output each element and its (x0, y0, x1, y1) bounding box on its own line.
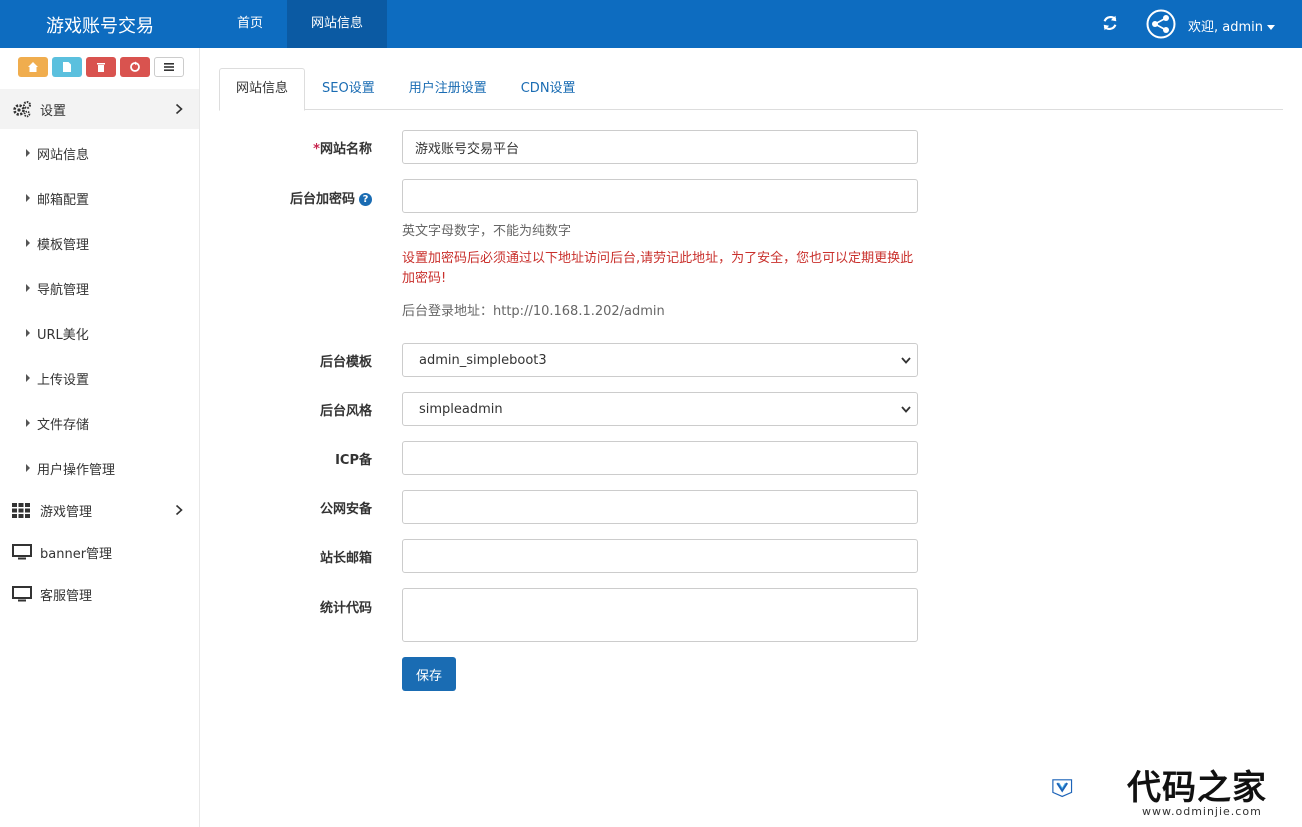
site-name-input[interactable] (402, 130, 918, 164)
admin-template-label: 后台模板 (319, 355, 372, 370)
caret-right-icon (26, 419, 30, 427)
watermark-url: www.odminjie.com (1142, 805, 1262, 818)
sidebar-item-template[interactable]: 模板管理 (0, 223, 199, 263)
watermark-text: 代码之家 (1127, 768, 1267, 808)
monitor-icon (12, 585, 32, 603)
avatar[interactable] (1146, 9, 1176, 39)
sidebar-item-navigation[interactable]: 导航管理 (0, 268, 199, 308)
caret-right-icon (26, 374, 30, 382)
logo-watermark (1052, 779, 1073, 798)
save-button[interactable]: 保存 (402, 657, 456, 691)
menu-banner-management[interactable]: banner管理 (0, 532, 199, 572)
admin-style-value: simpleadmin (419, 401, 503, 417)
chevron-right-icon (175, 504, 183, 516)
sidebar-item-upload[interactable]: 上传设置 (0, 358, 199, 398)
admin-style-label: 后台风格 (319, 404, 372, 419)
admin-style-select[interactable]: simpleadmin (402, 392, 918, 426)
nav-site-info[interactable]: 网站信息 (287, 0, 388, 48)
sidebar: 设置 网站信息 邮箱配置 模板管理 导航管理 URL美化 上传设置 文件存储 用… (0, 48, 200, 827)
menu-game-label: 游戏管理 (40, 504, 93, 520)
required-mark: * (313, 142, 320, 157)
sidebar-item-user-actions[interactable]: 用户操作管理 (0, 448, 199, 488)
user-menu[interactable]: 欢迎, admin (1188, 16, 1275, 35)
public-security-input[interactable] (402, 490, 918, 524)
tab-seo[interactable]: SEO设置 (305, 68, 392, 110)
admin-password-input[interactable] (402, 179, 918, 213)
admin-password-warning: 设置加密码后必须通过以下地址访问后台,请劳记此地址，为了安全，您也可以定期更换此… (402, 251, 914, 286)
monitor-icon (12, 543, 32, 561)
caret-right-icon (26, 194, 30, 202)
stats-code-label: 统计代码 (319, 601, 372, 616)
sidebar-item-label: 模板管理 (37, 237, 90, 253)
file-icon[interactable] (52, 57, 82, 77)
recycle-icon[interactable] (120, 57, 150, 77)
home-icon[interactable] (18, 57, 48, 77)
sidebar-item-url-rewrite[interactable]: URL美化 (0, 313, 199, 353)
list-icon[interactable] (154, 57, 184, 77)
caret-right-icon (26, 329, 30, 337)
sidebar-item-site-info[interactable]: 网站信息 (0, 133, 199, 173)
caret-right-icon (26, 149, 30, 157)
brand-title[interactable]: 游戏账号交易 (46, 12, 154, 38)
chevron-right-icon (175, 103, 183, 115)
admin-template-value: admin_simpleboot3 (419, 352, 547, 368)
webmaster-email-input[interactable] (402, 539, 918, 573)
menu-customer-service[interactable]: 客服管理 (0, 574, 199, 614)
question-icon[interactable]: ? (359, 193, 372, 206)
welcome-text: 欢迎, admin (1188, 20, 1263, 35)
sidebar-item-label: 邮箱配置 (37, 192, 90, 208)
tab-site-info[interactable]: 网站信息 (219, 68, 306, 111)
sidebar-item-label: 网站信息 (37, 147, 90, 163)
grid-icon (12, 501, 32, 519)
caret-down-icon (1267, 25, 1275, 30)
icp-label: ICP备 (335, 453, 372, 468)
stats-code-textarea[interactable] (402, 588, 918, 642)
gears-icon (12, 100, 32, 118)
menu-settings-label: 设置 (40, 103, 67, 119)
webmaster-email-label: 站长邮箱 (319, 551, 372, 566)
tab-user-register[interactable]: 用户注册设置 (392, 68, 504, 110)
tab-cdn[interactable]: CDN设置 (504, 68, 593, 110)
admin-login-url: 后台登录地址：http://10.168.1.202/admin (402, 304, 665, 319)
settings-tabs: 网站信息 SEO设置 用户注册设置 CDN设置 (219, 68, 1283, 111)
admin-password-help: 英文字母数字，不能为纯数字 (402, 224, 572, 239)
sidebar-item-label: 导航管理 (37, 282, 90, 298)
shortcut-bar (18, 57, 184, 77)
admin-password-label-text: 后台加密码 (289, 192, 355, 207)
sidebar-item-email-config[interactable]: 邮箱配置 (0, 178, 199, 218)
refresh-icon[interactable] (1101, 14, 1119, 32)
caret-right-icon (26, 464, 30, 472)
sidebar-item-label: 上传设置 (37, 372, 90, 388)
top-bar: 游戏账号交易 首页 网站信息 欢迎, admin (0, 0, 1302, 48)
sidebar-item-file-storage[interactable]: 文件存储 (0, 403, 199, 443)
menu-customer-service-label: 客服管理 (40, 588, 93, 604)
menu-banner-label: banner管理 (40, 546, 113, 562)
site-name-label-text: 网站名称 (319, 142, 372, 157)
site-name-label: *网站名称 (222, 138, 372, 157)
caret-right-icon (26, 239, 30, 247)
sidebar-item-label: 文件存储 (37, 417, 90, 433)
chevron-down-icon (901, 406, 911, 413)
admin-template-select[interactable]: admin_simpleboot3 (402, 343, 918, 377)
menu-game-management[interactable]: 游戏管理 (0, 490, 199, 530)
menu-settings[interactable]: 设置 (0, 89, 199, 129)
sidebar-item-label: 用户操作管理 (37, 462, 116, 478)
nav-home[interactable]: 首页 (213, 0, 287, 48)
public-security-label: 公网安备 (319, 502, 372, 517)
top-nav: 首页 网站信息 (213, 0, 388, 48)
trash-icon[interactable] (86, 57, 116, 77)
icp-input[interactable] (402, 441, 918, 475)
sidebar-item-label: URL美化 (37, 327, 89, 343)
caret-right-icon (26, 284, 30, 292)
chevron-down-icon (901, 357, 911, 364)
admin-password-label: 后台加密码? (222, 188, 372, 207)
